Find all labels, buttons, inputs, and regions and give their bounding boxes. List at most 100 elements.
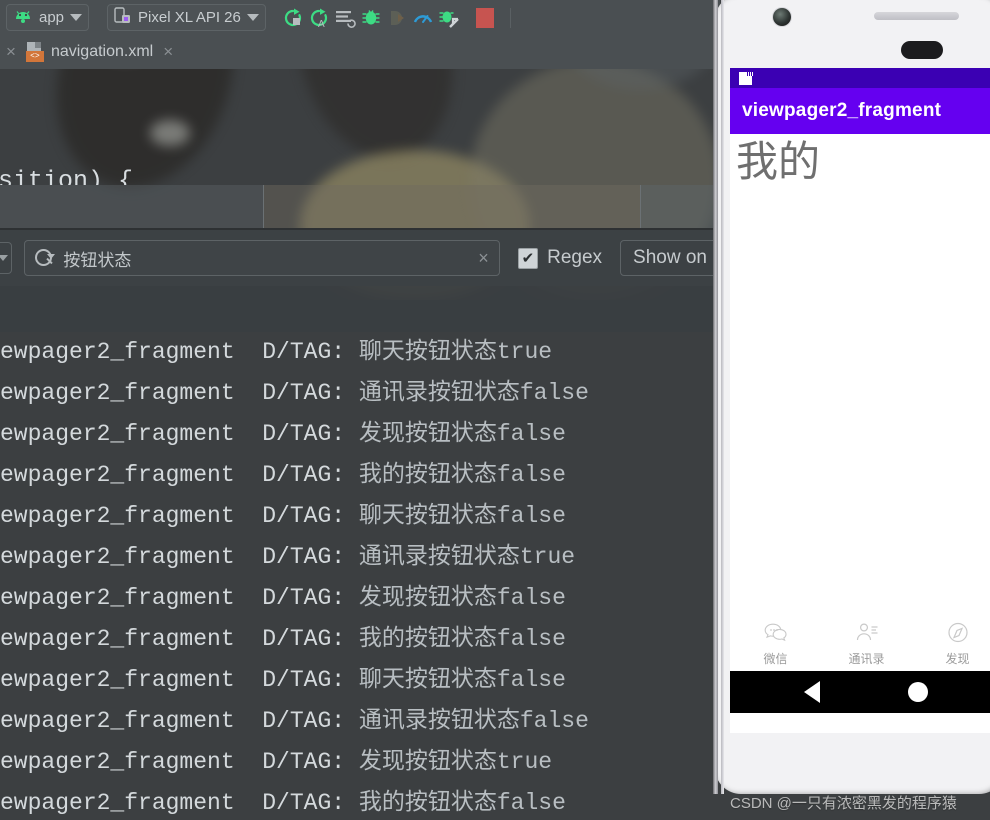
phone-screen[interactable]: viewpager2_fragment 我的 微信 通讯录 发现 — [730, 68, 990, 733]
logcat-line-message: 通讯录按钮状态false — [358, 708, 589, 734]
run-button[interactable] — [280, 5, 306, 31]
phone-left-bezel — [713, 0, 718, 794]
app-bar-title: viewpager2_fragment — [742, 100, 942, 121]
nav-item-label: 微信 — [763, 651, 788, 666]
logcat-line-prefix: ewpager2_fragment D/TAG: — [0, 667, 359, 693]
logcat-line-prefix: ewpager2_fragment D/TAG: — [0, 462, 359, 488]
logcat-line-prefix: ewpager2_fragment D/TAG: — [0, 421, 359, 447]
show-only-label: Show on — [633, 247, 707, 268]
logcat-line-message: 发现按钮状态false — [358, 421, 566, 447]
logcat-line[interactable]: ewpager2_fragment D/TAG: 我的按钮状态false — [0, 455, 720, 496]
search-input-value: 按钮状态 — [63, 250, 132, 270]
logcat-line[interactable]: ewpager2_fragment D/TAG: 我的按钮状态false — [0, 783, 720, 820]
nav-item-wechat[interactable]: 微信 — [730, 616, 821, 671]
speaker-grill-icon — [874, 12, 959, 20]
close-all-tabs-icon[interactable]: × — [0, 42, 22, 62]
logcat-line-prefix: ewpager2_fragment D/TAG: — [0, 626, 359, 652]
logcat-line-prefix: ewpager2_fragment D/TAG: — [0, 790, 359, 816]
toolbar-divider — [509, 7, 511, 28]
logcat-line-message: 发现按钮状态false — [358, 585, 566, 611]
logcat-line-message: 通讯录按钮状态true — [358, 544, 576, 570]
logcat-line[interactable]: ewpager2_fragment D/TAG: 聊天按钮状态false — [0, 660, 720, 701]
logcat-line-message: 我的按钮状态false — [358, 462, 566, 488]
app-bar: viewpager2_fragment — [730, 88, 990, 134]
logcat-line[interactable]: ewpager2_fragment D/TAG: 我的按钮状态false — [0, 619, 720, 660]
editor-tab-strip: × <> navigation.xml × — [0, 35, 720, 69]
bottom-navigation: 微信 通讯录 发现 — [730, 616, 990, 671]
code-editor[interactable]: sition) { — [0, 69, 720, 186]
logcat-line-prefix: ewpager2_fragment D/TAG: — [0, 503, 359, 529]
tab-label: navigation.xml — [50, 43, 154, 60]
logcat-line-prefix: ewpager2_fragment D/TAG: — [0, 585, 359, 611]
proximity-sensor-icon — [901, 41, 943, 59]
logcat-line[interactable]: ewpager2_fragment D/TAG: 通讯录按钮状态false — [0, 373, 720, 414]
logcat-line-prefix: ewpager2_fragment D/TAG: — [0, 749, 359, 775]
chat-bubble-icon — [763, 621, 789, 647]
logcat-line-message: 聊天按钮状态true — [358, 339, 553, 365]
android-studio-window: app Pixel XL API 26 A × <> navigation.xm… — [0, 0, 720, 820]
logcat-line[interactable]: ewpager2_fragment D/TAG: 聊天按钮状态true — [0, 332, 720, 373]
svg-text:A: A — [318, 19, 325, 29]
nav-item-contacts[interactable]: 通讯录 — [821, 616, 912, 671]
regex-checkbox[interactable]: ✔ — [517, 247, 539, 269]
nav-item-label: 发现 — [945, 651, 970, 666]
run-with-coverage-button[interactable]: A — [306, 5, 332, 31]
logcat-line-message: 我的按钮状态false — [358, 626, 566, 652]
code-line: sition) { — [0, 166, 134, 186]
logcat-line[interactable]: ewpager2_fragment D/TAG: 发现按钮状态true — [0, 742, 720, 783]
logcat-line-prefix: ewpager2_fragment D/TAG: — [0, 708, 359, 734]
system-navigation-bar — [730, 671, 990, 713]
logcat-line-message: 发现按钮状态true — [358, 749, 553, 775]
nav-item-label: 通讯录 — [848, 651, 885, 666]
logcat-line-prefix: ewpager2_fragment D/TAG: — [0, 380, 359, 406]
deploy-button[interactable] — [436, 5, 462, 31]
logcat-line-prefix: ewpager2_fragment D/TAG: — [0, 544, 359, 570]
compass-icon — [945, 621, 971, 647]
log-level-selector[interactable] — [0, 242, 13, 274]
profiler-button[interactable] — [410, 5, 436, 31]
csdn-watermark: CSDN @一只有浓密黑发的程序猿 — [730, 795, 957, 812]
close-icon[interactable]: × — [157, 42, 179, 62]
logcat-line[interactable]: ewpager2_fragment D/TAG: 通讯录按钮状态true — [0, 537, 720, 578]
android-head-icon — [13, 9, 33, 27]
logcat-line[interactable]: ewpager2_fragment D/TAG: 通讯录按钮状态false — [0, 701, 720, 742]
nav-item-discover[interactable]: 发现 — [912, 616, 990, 671]
chevron-down-icon — [0, 255, 9, 261]
logcat-line[interactable]: ewpager2_fragment D/TAG: 发现按钮状态false — [0, 578, 720, 619]
logcat-line[interactable]: ewpager2_fragment D/TAG: 发现按钮状态false — [0, 414, 720, 455]
clear-icon[interactable]: × — [478, 248, 489, 269]
android-status-bar — [730, 68, 990, 88]
logcat-line-message: 我的按钮状态false — [358, 790, 566, 816]
module-selector[interactable]: app — [6, 4, 90, 31]
phone-bezel-highlight — [721, 0, 724, 794]
tab-navigation-xml[interactable]: <> navigation.xml — [22, 35, 157, 69]
chevron-down-icon — [70, 14, 83, 21]
logcat-line-prefix: ewpager2_fragment D/TAG: — [0, 339, 359, 365]
camera-icon — [773, 8, 791, 26]
logcat-line-message: 聊天按钮状态false — [358, 503, 566, 529]
home-circle-icon[interactable] — [908, 682, 928, 702]
emulator-window: viewpager2_fragment 我的 微信 通讯录 发现 — [713, 0, 990, 820]
back-triangle-icon[interactable] — [804, 681, 820, 703]
fragment-content: 我的 — [730, 134, 990, 185]
xml-file-icon: <> — [25, 42, 44, 62]
logcat-line-message: 通讯录按钮状态false — [358, 380, 589, 406]
logcat-line[interactable]: ewpager2_fragment D/TAG: 聊天按钮状态false — [0, 496, 720, 537]
search-icon — [35, 249, 56, 267]
device-selector[interactable]: Pixel XL API 26 — [107, 4, 266, 31]
logcat-output-header — [0, 286, 720, 332]
logcat-output[interactable]: ewpager2_fragment D/TAG: 聊天按钮状态true ewpag… — [0, 286, 720, 820]
device-selector-label: Pixel XL API 26 — [138, 9, 241, 26]
ide-toolbar: app Pixel XL API 26 A — [0, 0, 720, 35]
apply-changes-button[interactable] — [332, 5, 358, 31]
logcat-filter-bar: 按钮状态 × ✔ Regex Show on — [0, 230, 720, 286]
module-selector-label: app — [39, 9, 65, 26]
attach-debugger-button[interactable] — [384, 5, 410, 31]
show-only-selected-button[interactable]: Show on — [620, 240, 720, 276]
device-icon — [114, 7, 132, 28]
fragment-text: 我的 — [736, 138, 821, 185]
search-input[interactable]: 按钮状态 × — [24, 240, 500, 276]
debug-button[interactable] — [358, 5, 384, 31]
logcat-line-message: 聊天按钮状态false — [358, 667, 566, 693]
stop-button[interactable] — [472, 5, 498, 31]
